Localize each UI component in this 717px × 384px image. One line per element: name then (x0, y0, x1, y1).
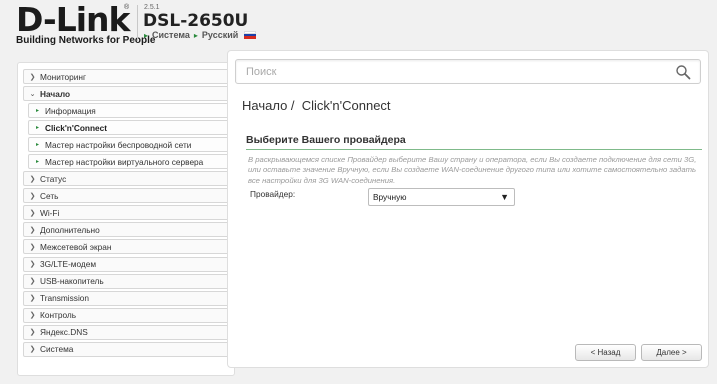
logo-brand: D-Link (16, 0, 130, 39)
arrow-right-icon: ▸ (35, 108, 39, 115)
chevron-right-icon: ❯ (29, 261, 36, 269)
main-panel: Начало / Click'n'Connect Выберите Вашего… (227, 50, 709, 368)
sidebar-item-wifi[interactable]: ❯ Wi-Fi (23, 205, 229, 221)
sidebar-item-label: Контроль (40, 310, 77, 321)
sidebar-item-label: Transmission (40, 293, 90, 304)
sidebar-item-clickn-connect[interactable]: ▸ Click'n'Connect (28, 120, 229, 136)
sidebar-item-label: Статус (40, 173, 67, 184)
chevron-right-icon: ❯ (29, 192, 36, 200)
chevron-right-icon: ❯ (29, 329, 36, 337)
chevron-right-icon: ❯ (29, 243, 36, 251)
sidebar-item-information[interactable]: ▸ Информация (28, 103, 229, 119)
sidebar-item-control[interactable]: ❯ Контроль (23, 307, 229, 323)
back-button[interactable]: < Назад (575, 344, 636, 361)
breadcrumb-current: Click'n'Connect (301, 98, 391, 113)
system-link[interactable]: Система (152, 30, 190, 40)
sidebar-item-label: Мастер настройки виртуального сервера (45, 156, 204, 167)
sidebar-item-3g-lte-modem[interactable]: ❯ 3G/LTE-модем (23, 256, 229, 272)
provider-label: Провайдер: (250, 189, 296, 199)
sidebar-item-label: Wi-Fi (40, 207, 60, 218)
section-description: В раскрывающемся списке Провайдер выбери… (248, 155, 697, 185)
arrow-right-icon: ▸ (35, 125, 39, 132)
sidebar-item-label: Мониторинг (40, 71, 87, 82)
search-icon[interactable] (675, 64, 691, 80)
sidebar-item-firewall[interactable]: ❯ Межсетевой экран (23, 239, 229, 255)
sidebar-item-yandex-dns[interactable]: ❯ Яндекс.DNS (23, 324, 229, 340)
arrow-right-icon: ▸ (193, 30, 198, 40)
chevron-right-icon: ❯ (29, 175, 36, 183)
breadcrumb-root[interactable]: Начало / (242, 98, 295, 113)
arrow-right-icon: ▸ (144, 30, 149, 40)
sidebar-item-label: Система (40, 344, 74, 355)
logo-tagline: Building Networks for People (16, 35, 156, 46)
sidebar-item-wireless-wizard[interactable]: ▸ Мастер настройки беспроводной сети (28, 137, 229, 153)
header-links: ▸ Система ▸ Русский (144, 30, 257, 40)
sidebar-menu: ❯ Мониторинг ⌄ Начало ▸ Информация ▸ Cli… (17, 62, 235, 376)
chevron-right-icon: ❯ (29, 209, 36, 217)
language-link[interactable]: Русский (202, 30, 238, 40)
sidebar-item-label: Click'n'Connect (45, 122, 108, 133)
provider-select-value: Вручную (373, 192, 407, 202)
header: D-Link Building Networks for People ® 2.… (0, 0, 717, 50)
dropdown-arrow-icon: ▼ (500, 192, 509, 202)
search-input[interactable] (236, 60, 656, 83)
sidebar-item-label: Мастер настройки беспроводной сети (45, 139, 192, 150)
page-title: Начало / Click'n'Connect (242, 98, 391, 113)
registered-mark: ® (124, 4, 130, 11)
section-title: Выберите Вашего провайдера (246, 134, 702, 150)
header-divider (137, 5, 138, 41)
sidebar-item-label: Информация (45, 105, 96, 116)
sidebar-item-virtual-server-wizard[interactable]: ▸ Мастер настройки виртуального сервера (28, 154, 229, 170)
sidebar-item-label: 3G/LTE-модем (40, 259, 97, 270)
dlink-logo[interactable]: D-Link Building Networks for People (16, 0, 156, 47)
next-button[interactable]: Далее > (641, 344, 702, 361)
chevron-right-icon: ❯ (29, 73, 36, 81)
chevron-right-icon: ❯ (29, 226, 36, 234)
arrow-right-icon: ▸ (35, 142, 39, 149)
sidebar-item-system[interactable]: ❯ Система (23, 341, 229, 357)
chevron-right-icon: ❯ (29, 295, 36, 303)
chevron-right-icon: ❯ (29, 278, 36, 286)
chevron-down-icon: ⌄ (29, 90, 36, 98)
sidebar-item-monitoring[interactable]: ❯ Мониторинг (23, 69, 229, 84)
chevron-right-icon: ❯ (29, 312, 36, 320)
sidebar-item-usb-storage[interactable]: ❯ USB-накопитель (23, 273, 229, 289)
arrow-right-icon: ▸ (35, 159, 39, 166)
sidebar-item-label: Начало (40, 88, 71, 99)
sidebar-item-status[interactable]: ❯ Статус (23, 171, 229, 187)
firmware-version: 2.5.1 (144, 4, 160, 11)
search-box (235, 59, 701, 84)
sidebar-item-advanced[interactable]: ❯ Дополнительно (23, 222, 229, 238)
sidebar-item-label: Дополнительно (40, 224, 100, 235)
sidebar-item-network[interactable]: ❯ Сеть (23, 188, 229, 204)
sidebar-item-label: Межсетевой экран (40, 241, 112, 252)
sidebar-item-label: USB-накопитель (40, 276, 104, 287)
provider-select[interactable]: Вручную ▼ (368, 188, 515, 206)
sidebar-item-start[interactable]: ⌄ Начало (23, 86, 229, 102)
chevron-right-icon: ❯ (29, 346, 36, 354)
russia-flag-icon (244, 31, 257, 39)
sidebar-item-label: Яндекс.DNS (40, 327, 88, 338)
device-model: DSL-2650U (143, 11, 249, 31)
sidebar-item-transmission[interactable]: ❯ Transmission (23, 290, 229, 306)
sidebar-item-label: Сеть (40, 190, 59, 201)
